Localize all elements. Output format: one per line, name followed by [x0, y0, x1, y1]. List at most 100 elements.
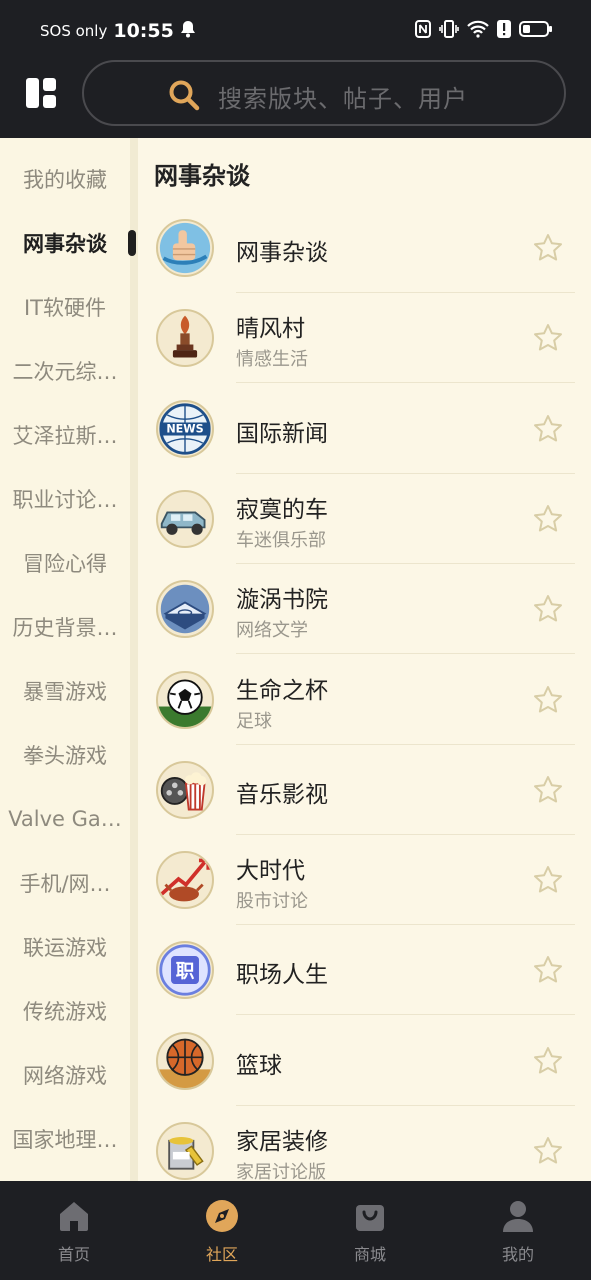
sidebar-item-label: Valve Ga…: [8, 807, 122, 831]
forum-row[interactable]: 篮球: [138, 1016, 591, 1106]
sidebar-item-label: 艾泽拉斯…: [12, 424, 118, 448]
forum-name: 音乐影视: [236, 781, 328, 808]
tab-profile[interactable]: 我的: [444, 1181, 591, 1280]
forum-row[interactable]: 职 职场人生: [138, 925, 591, 1016]
compass-icon: [205, 1199, 239, 1233]
sidebar-item[interactable]: 网事杂谈: [0, 211, 130, 275]
sidebar-item[interactable]: 联运游戏: [0, 915, 130, 979]
thumbs-up-icon: [156, 219, 214, 277]
forum-row[interactable]: 生命之杯 足球: [138, 655, 591, 745]
sidebar-item-label: 网络游戏: [23, 1064, 107, 1088]
sidebar-item-label: 拳头游戏: [23, 744, 107, 768]
search-placeholder: 搜索版块、帖子、用户: [218, 85, 468, 113]
sidebar-item[interactable]: 拳头游戏: [0, 723, 130, 787]
wifi-icon: [467, 20, 489, 42]
bull-chart-icon: [156, 851, 214, 910]
sidebar-item-label: 网事杂谈: [23, 232, 107, 256]
sidebar-item[interactable]: 冒险心得: [0, 531, 130, 595]
star-icon[interactable]: [532, 864, 564, 896]
sidebar-item-label: 我的收藏: [23, 168, 107, 192]
tab-shopping-bag[interactable]: 商城: [296, 1181, 444, 1280]
trophy-icon: [156, 309, 214, 368]
forum-list-panel: 网事杂谈 网事杂谈晴风村情感生活 NEWS 国际新闻寂寞的车 车迷俱乐部漩涡书院网络文…: [138, 138, 591, 1181]
forum-row[interactable]: 寂寞的车 车迷俱乐部: [138, 474, 591, 564]
forum-row[interactable]: 漩涡书院 网络文学: [138, 564, 591, 655]
sidebar-item-label: IT软硬件: [23, 296, 107, 320]
grid-layout-icon[interactable]: [25, 77, 57, 109]
section-title: 网事杂谈: [154, 162, 250, 190]
star-icon[interactable]: [532, 954, 564, 986]
sidebar-item[interactable]: 历史背景…: [0, 595, 130, 659]
forum-name: 国际新闻: [236, 420, 328, 447]
tab-label: 我的: [501, 1245, 534, 1264]
book-icon: [156, 580, 214, 639]
category-sidebar[interactable]: 我的收藏网事杂谈 IT软硬件二次元综… 艾泽拉斯… 职业讨论… 冒险心得历史背景… 暴雪游…: [0, 138, 130, 1181]
forum-name: 职场人生: [236, 962, 328, 989]
basketball-icon: [156, 1031, 214, 1090]
star-icon[interactable]: [532, 684, 564, 716]
svg-text:职: 职: [176, 962, 195, 983]
sidebar-item[interactable]: 手机/网…: [0, 851, 130, 915]
tab-label: 社区: [205, 1245, 238, 1264]
tab-home[interactable]: 首页: [0, 1181, 148, 1280]
tab-label: 首页: [57, 1245, 90, 1264]
forum-subtitle: 情感生活: [236, 349, 308, 371]
star-icon[interactable]: [532, 413, 564, 445]
sidebar-item[interactable]: 网络游戏: [0, 1043, 130, 1107]
forum-row[interactable]: 家居装修 家居讨论版: [138, 1106, 591, 1181]
sidebar-item-label: 手机/网…: [19, 872, 111, 896]
svg-text:NEWS: NEWS: [166, 422, 203, 435]
forum-subtitle: 网络文学: [236, 620, 308, 642]
search-icon: [168, 79, 200, 111]
tab-compass[interactable]: 社区: [148, 1181, 296, 1280]
forum-name: 晴风村: [236, 316, 305, 343]
forum-name: 家居装修: [236, 1129, 328, 1155]
sidebar-item[interactable]: 国家地理…: [0, 1107, 130, 1171]
sidebar-item[interactable]: 传统游戏: [0, 979, 130, 1043]
sidebar-item-label: 历史背景…: [12, 616, 118, 640]
news-globe-icon: NEWS: [156, 399, 214, 458]
forum-row[interactable]: NEWS 国际新闻: [138, 384, 591, 474]
star-icon[interactable]: [532, 1045, 564, 1077]
sidebar-item-label: 暴雪游戏: [23, 680, 107, 704]
star-icon[interactable]: [532, 774, 564, 806]
sidebar-item-label: 联运游戏: [23, 936, 107, 960]
forum-subtitle: 车迷俱乐部: [236, 529, 326, 551]
clock-time: 10:55: [113, 20, 174, 42]
forum-row[interactable]: 大时代 股市讨论: [138, 835, 591, 926]
sidebar-item-label: 冒险心得: [23, 552, 107, 576]
sidebar-item[interactable]: 暴雪游戏: [0, 659, 130, 723]
profile-icon: [501, 1199, 535, 1233]
forum-name: 生命之杯: [236, 677, 328, 704]
forum-name: 大时代: [236, 858, 305, 885]
shopping-bag-icon: [353, 1199, 387, 1233]
forum-subtitle: 家居讨论版: [236, 1162, 326, 1181]
forum-name: 漩涡书院: [236, 587, 328, 614]
star-icon[interactable]: [532, 322, 564, 354]
status-bar: SOS only 10:55: [0, 0, 591, 64]
paint-bucket-icon: [156, 1122, 214, 1180]
battery-icon: [519, 20, 553, 42]
sidebar-item[interactable]: 我的收藏: [0, 147, 130, 211]
bottom-tab-bar: 首页 社区 商城 我的: [0, 1181, 591, 1280]
star-icon[interactable]: [532, 503, 564, 535]
star-icon[interactable]: [532, 1135, 564, 1167]
sidebar-item-label: 国家地理…: [12, 1128, 118, 1152]
alert-icon: [497, 20, 511, 42]
sidebar-item-label: 二次元综…: [12, 360, 118, 384]
search-input[interactable]: 搜索版块、帖子、用户: [82, 60, 566, 126]
sidebar-item-label: 职业讨论…: [12, 488, 118, 512]
header-row: 搜索版块、帖子、用户: [0, 60, 591, 130]
sidebar-item[interactable]: 职业讨论…: [0, 467, 130, 531]
home-icon: [57, 1199, 91, 1233]
forum-row[interactable]: 晴风村 情感生活: [138, 293, 591, 384]
forum-row[interactable]: 网事杂谈: [138, 203, 591, 293]
star-icon[interactable]: [532, 232, 564, 264]
sidebar-item[interactable]: IT软硬件: [0, 275, 130, 339]
sidebar-item[interactable]: 二次元综…: [0, 339, 130, 403]
top-bar: SOS only 10:55 搜索版块、帖子、用户: [0, 0, 591, 138]
forum-row[interactable]: 音乐影视: [138, 745, 591, 835]
sidebar-item[interactable]: Valve Ga…: [0, 787, 130, 851]
star-icon[interactable]: [532, 593, 564, 625]
sidebar-item[interactable]: 艾泽拉斯…: [0, 403, 130, 467]
